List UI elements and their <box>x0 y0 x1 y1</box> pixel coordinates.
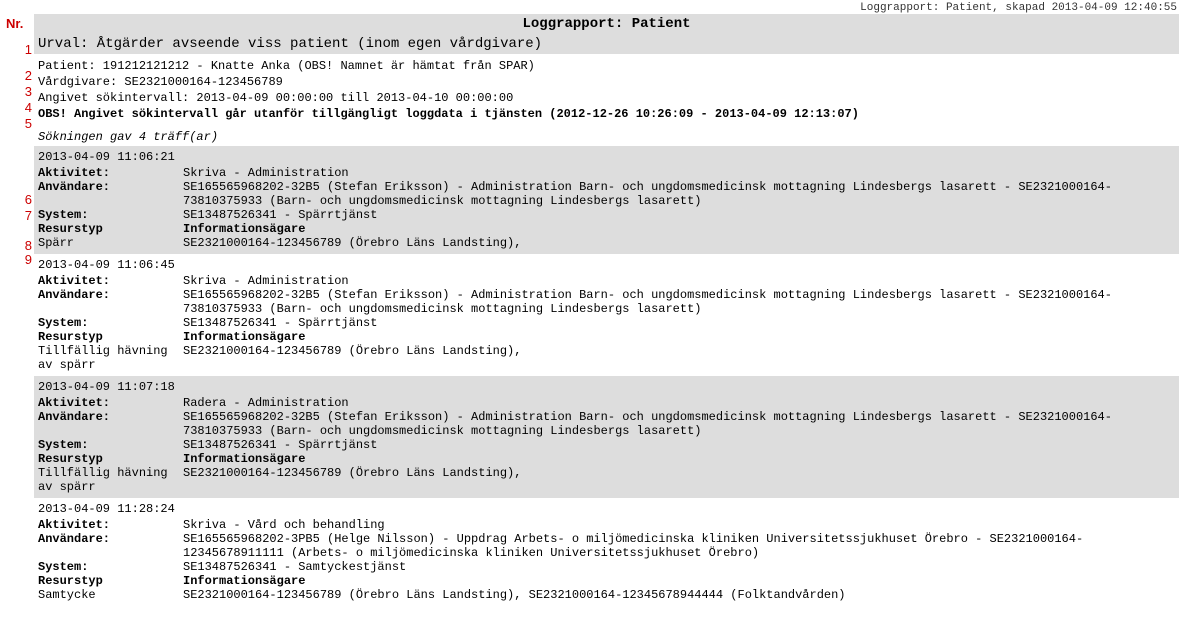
meta-caregiver: Vårdgivare: SE2321000164-123456789 <box>38 74 1175 90</box>
label-user: Användare: <box>38 288 183 316</box>
value-activity: Skriva - Vård och behandling <box>183 518 1175 532</box>
entry-timestamp: 2013-04-09 11:07:18 <box>38 380 1175 394</box>
annotation-3: 3 <box>18 84 32 99</box>
meta-patient: Patient: 191212121212 - Knatte Anka (OBS… <box>38 58 1175 74</box>
annotation-9: 9 <box>18 252 32 267</box>
value-user: SE165565968202-32B5 (Stefan Eriksson) - … <box>183 288 1175 316</box>
value-system: SE13487526341 - Spärrtjänst <box>183 208 1175 222</box>
report-title: Loggrapport: Patient <box>34 14 1179 34</box>
top-meta: Loggrapport: Patient, skapad 2013-04-09 … <box>0 0 1183 14</box>
value-resource-type: Tillfällig hävning av spärr <box>38 466 183 494</box>
value-activity: Radera - Administration <box>183 396 1175 410</box>
label-system: System: <box>38 316 183 330</box>
annotation-1: 1 <box>18 42 32 57</box>
label-resource-type: Resurstyp <box>38 574 183 588</box>
annotation-header: Nr. <box>6 16 23 31</box>
selection-line: Urval: Åtgärder avseende viss patient (i… <box>34 34 1179 54</box>
annotation-6: 6 <box>18 192 32 207</box>
label-activity: Aktivitet: <box>38 518 183 532</box>
log-entry: 2013-04-09 11:07:18 Aktivitet: Radera - … <box>34 376 1179 498</box>
content: Loggrapport: Patient Urval: Åtgärder avs… <box>34 14 1179 606</box>
label-user: Användare: <box>38 532 183 560</box>
meta-interval: Angivet sökintervall: 2013-04-09 00:00:0… <box>38 90 1175 106</box>
entry-timestamp: 2013-04-09 11:28:24 <box>38 502 1175 516</box>
label-activity: Aktivitet: <box>38 396 183 410</box>
value-info-owner: SE2321000164-123456789 (Örebro Läns Land… <box>183 466 1175 494</box>
value-system: SE13487526341 - Samtyckestjänst <box>183 560 1175 574</box>
value-user: SE165565968202-32B5 (Stefan Eriksson) - … <box>183 180 1175 208</box>
label-resource-type: Resurstyp <box>38 330 183 344</box>
label-info-owner: Informationsägare <box>183 222 1175 236</box>
label-activity: Aktivitet: <box>38 274 183 288</box>
log-entry: 2013-04-09 11:28:24 Aktivitet: Skriva - … <box>34 498 1179 606</box>
meta-block: Patient: 191212121212 - Knatte Anka (OBS… <box>34 54 1179 124</box>
label-info-owner: Informationsägare <box>183 574 1175 588</box>
label-resource-type: Resurstyp <box>38 222 183 236</box>
value-resource-type: Spärr <box>38 236 183 250</box>
entry-timestamp: 2013-04-09 11:06:21 <box>38 150 1175 164</box>
result-count: Sökningen gav 4 träff(ar) <box>34 124 1179 146</box>
label-system: System: <box>38 208 183 222</box>
label-info-owner: Informationsägare <box>183 452 1175 466</box>
label-info-owner: Informationsägare <box>183 330 1175 344</box>
label-system: System: <box>38 560 183 574</box>
page: Loggrapport: Patient, skapad 2013-04-09 … <box>0 0 1183 606</box>
value-activity: Skriva - Administration <box>183 166 1175 180</box>
log-entry: 2013-04-09 11:06:21 Aktivitet: Skriva - … <box>34 146 1179 254</box>
value-info-owner: SE2321000164-123456789 (Örebro Läns Land… <box>183 344 1175 372</box>
value-system: SE13487526341 - Spärrtjänst <box>183 316 1175 330</box>
annotation-8: 8 <box>18 238 32 253</box>
value-resource-type: Tillfällig hävning av spärr <box>38 344 183 372</box>
label-user: Användare: <box>38 410 183 438</box>
annotation-2: 2 <box>18 68 32 83</box>
value-resource-type: Samtycke <box>38 588 183 602</box>
label-system: System: <box>38 438 183 452</box>
entry-timestamp: 2013-04-09 11:06:45 <box>38 258 1175 272</box>
meta-warning: OBS! Angivet sökintervall går utanför ti… <box>38 106 1175 122</box>
label-resource-type: Resurstyp <box>38 452 183 466</box>
value-info-owner: SE2321000164-123456789 (Örebro Läns Land… <box>183 236 1175 250</box>
annotation-4: 4 <box>18 100 32 115</box>
label-activity: Aktivitet: <box>38 166 183 180</box>
value-system: SE13487526341 - Spärrtjänst <box>183 438 1175 452</box>
label-user: Användare: <box>38 180 183 208</box>
log-entry: 2013-04-09 11:06:45 Aktivitet: Skriva - … <box>34 254 1179 376</box>
value-user: SE165565968202-32B5 (Stefan Eriksson) - … <box>183 410 1175 438</box>
value-user: SE165565968202-3PB5 (Helge Nilsson) - Up… <box>183 532 1175 560</box>
value-info-owner: SE2321000164-123456789 (Örebro Läns Land… <box>183 588 1175 602</box>
annotation-5: 5 <box>18 116 32 131</box>
value-activity: Skriva - Administration <box>183 274 1175 288</box>
annotation-7: 7 <box>18 208 32 223</box>
